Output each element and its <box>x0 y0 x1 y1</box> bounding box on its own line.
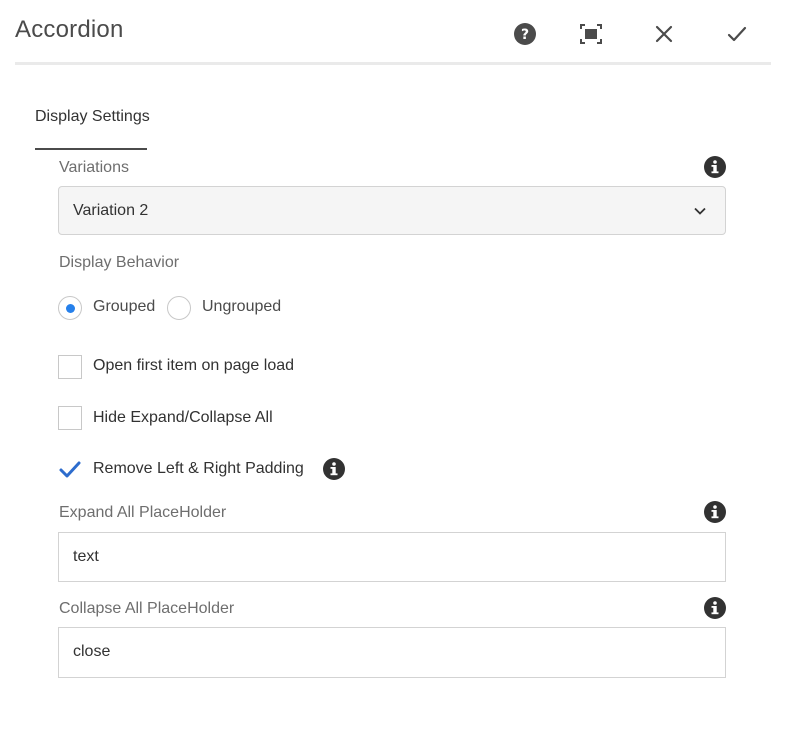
dialog-title: Accordion <box>15 16 124 43</box>
expand-placeholder-input[interactable]: text <box>58 532 726 582</box>
collapse-placeholder-label: Collapse All PlaceHolder <box>59 600 235 617</box>
checkbox-hide-expand-collapse-label: Hide Expand/Collapse All <box>93 409 273 426</box>
tab-display-settings[interactable]: Display Settings <box>35 108 150 126</box>
checkbox-hide-expand-collapse[interactable] <box>58 406 82 430</box>
checkbox-open-first-item-label: Open first item on page load <box>93 357 295 374</box>
variations-selected-value: Variation 2 <box>73 202 149 219</box>
checkbox-remove-padding-label: Remove Left & Right Padding <box>93 460 304 477</box>
done-icon <box>727 26 747 42</box>
variations-label: Variations <box>59 159 129 176</box>
variations-info-icon[interactable] <box>704 156 726 178</box>
dialog-header: Accordion ? <box>15 0 771 65</box>
checkmark-icon <box>59 461 81 478</box>
padding-info-icon[interactable] <box>323 458 345 480</box>
fullscreen-icon <box>580 24 602 44</box>
radio-ungrouped[interactable] <box>167 296 191 320</box>
checkbox-remove-padding[interactable] <box>58 458 82 482</box>
expand-placeholder-label: Expand All PlaceHolder <box>59 504 227 521</box>
checkbox-open-first-item[interactable] <box>58 355 82 379</box>
active-tab-indicator <box>35 148 147 150</box>
expand-placeholder-info-icon[interactable] <box>704 501 726 523</box>
collapse-placeholder-info-icon[interactable] <box>704 597 726 619</box>
help-icon: ? <box>514 23 536 45</box>
done-button[interactable] <box>723 20 751 48</box>
fullscreen-button[interactable] <box>577 20 605 48</box>
radio-grouped[interactable] <box>58 296 82 320</box>
close-icon <box>655 25 673 43</box>
svg-text:?: ? <box>521 27 529 43</box>
variations-select[interactable]: Variation 2 <box>58 186 726 235</box>
help-button[interactable]: ? <box>511 20 539 48</box>
close-button[interactable] <box>650 20 678 48</box>
radio-grouped-label: Grouped <box>93 298 156 315</box>
chevron-down-icon <box>694 207 706 215</box>
display-behavior-label: Display Behavior <box>59 254 180 271</box>
collapse-placeholder-input[interactable]: close <box>58 627 726 678</box>
radio-ungrouped-label: Ungrouped <box>202 298 282 315</box>
